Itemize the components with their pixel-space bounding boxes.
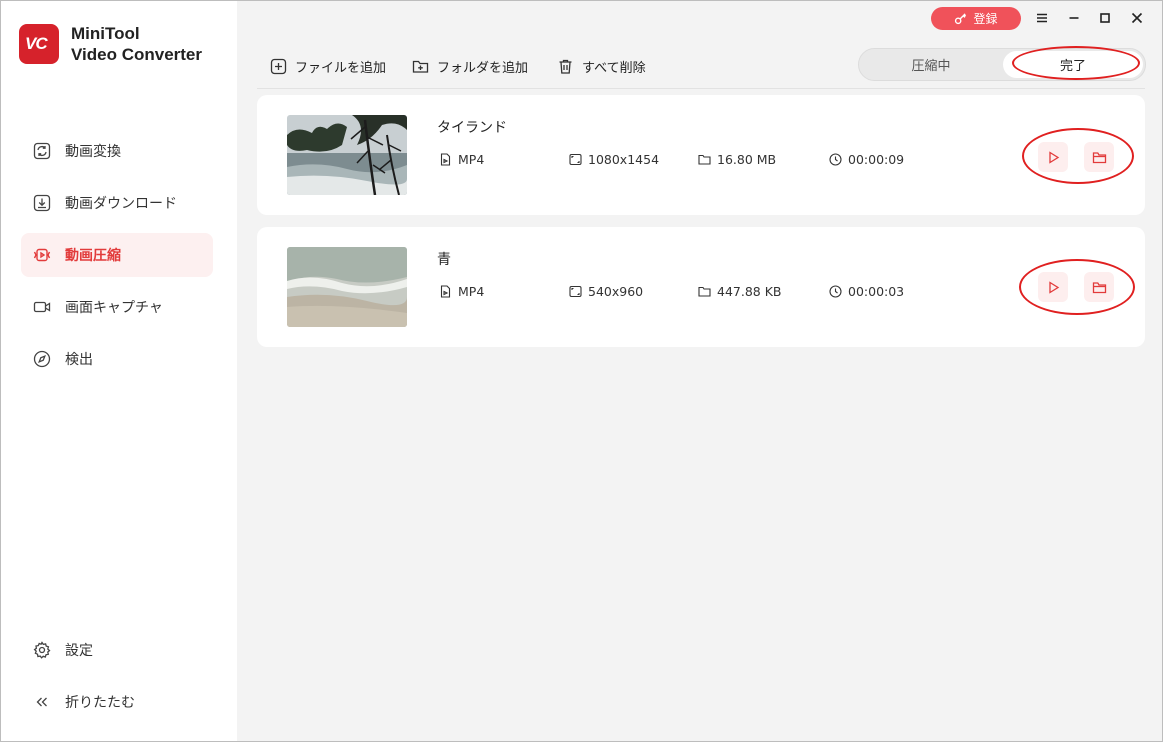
folder-icon (1092, 151, 1106, 163)
play-button[interactable] (1038, 272, 1068, 302)
gear-icon (33, 641, 51, 659)
file-duration: 00:00:09 (829, 152, 904, 167)
app-name-line2: Video Converter (71, 45, 203, 64)
file-card: 青 MP4 540x960 447.88 KB 00:00:03 (257, 227, 1145, 347)
maximize-button[interactable] (1094, 7, 1116, 29)
camera-icon (33, 298, 51, 316)
size-value: 447.88 KB (717, 284, 782, 299)
logo-text: VC (25, 34, 48, 53)
folder-icon (698, 154, 711, 165)
clock-icon (829, 285, 842, 298)
add-file-label: ファイルを追加 (295, 60, 387, 76)
add-folder-icon (412, 60, 429, 73)
hamburger-icon (1037, 13, 1047, 23)
file-duration: 00:00:03 (829, 284, 904, 299)
format-value: MP4 (458, 152, 485, 167)
compress-icon (33, 246, 51, 264)
sidebar-item-label: 検出 (65, 352, 93, 368)
sidebar-item-video-convert[interactable]: 動画変換 (21, 129, 213, 173)
size-value: 16.80 MB (717, 152, 777, 167)
sidebar-item-discover[interactable]: 検出 (21, 337, 213, 381)
compass-icon (33, 350, 51, 368)
minimize-icon (1069, 17, 1079, 19)
resolution-icon (569, 153, 582, 166)
sidebar-item-label: 設定 (65, 643, 93, 659)
sidebar-item-label: 画面キャプチャ (65, 300, 163, 316)
sidebar-item-video-compress[interactable]: 動画圧縮 (21, 233, 213, 277)
app-logo: VC MiniTool Video Converter (19, 23, 202, 65)
toolbar-divider (257, 88, 1145, 89)
resolution-value: 540x960 (588, 284, 644, 299)
format-value: MP4 (458, 284, 485, 299)
close-button[interactable] (1126, 7, 1148, 29)
logo-icon: VC (19, 24, 59, 64)
file-size: 16.80 MB (698, 152, 776, 167)
sidebar-item-screen-capture[interactable]: 画面キャプチャ (21, 285, 213, 329)
minimize-button[interactable] (1063, 7, 1085, 29)
video-file-icon (440, 285, 451, 298)
video-thumbnail (287, 115, 407, 195)
login-button[interactable]: 登録 (931, 7, 1021, 30)
file-name: タイランド (437, 120, 507, 136)
status-tab-group: 圧縮中 完了 (858, 48, 1146, 81)
login-label: 登録 (973, 12, 998, 26)
add-file-button[interactable]: ファイルを追加 (270, 55, 386, 77)
tab-compressing[interactable]: 圧縮中 (861, 51, 1001, 78)
file-resolution: 540x960 (569, 284, 643, 299)
play-icon (1048, 150, 1059, 164)
resolution-icon (569, 285, 582, 298)
menu-button[interactable] (1031, 7, 1053, 29)
delete-all-button[interactable]: すべて削除 (557, 55, 646, 77)
delete-all-label: すべて削除 (582, 60, 646, 76)
file-format: MP4 (439, 284, 484, 299)
sidebar-item-label: 動画変換 (65, 144, 121, 160)
file-format: MP4 (439, 152, 484, 167)
folder-icon (1092, 281, 1106, 293)
clock-icon (829, 153, 842, 166)
file-size: 447.88 KB (698, 284, 781, 299)
download-icon (33, 194, 51, 212)
open-folder-button[interactable] (1084, 142, 1114, 172)
trash-icon (559, 59, 572, 74)
tab-done[interactable]: 完了 (1003, 51, 1143, 78)
add-folder-label: フォルダを追加 (437, 60, 529, 76)
duration-value: 00:00:03 (848, 284, 905, 299)
file-card: タイランド MP4 1080x1454 16.80 MB 00:00:09 (257, 95, 1145, 215)
open-folder-button[interactable] (1084, 272, 1114, 302)
sidebar-collapse-button[interactable]: 折りたたむ (21, 680, 213, 724)
video-file-icon (440, 153, 451, 166)
duration-value: 00:00:09 (848, 152, 905, 167)
play-icon (1048, 280, 1059, 294)
maximize-icon (1100, 13, 1110, 23)
add-file-icon (270, 58, 287, 74)
sidebar-item-label: 折りたたむ (65, 695, 135, 711)
double-chevron-left-icon (33, 693, 51, 711)
sidebar-item-settings[interactable]: 設定 (21, 628, 213, 672)
file-resolution: 1080x1454 (569, 152, 659, 167)
video-thumbnail (287, 247, 407, 327)
key-icon (955, 13, 967, 25)
app-name-line1: MiniTool (71, 24, 140, 43)
sidebar: VC MiniTool Video Converter 動画変換 動画ダウンロー… (1, 1, 237, 741)
app-name: MiniTool Video Converter (71, 23, 202, 65)
sidebar-item-label: 動画ダウンロード (65, 196, 177, 212)
sidebar-item-label: 動画圧縮 (65, 248, 121, 264)
add-folder-button[interactable]: フォルダを追加 (412, 55, 528, 77)
sidebar-item-video-download[interactable]: 動画ダウンロード (21, 181, 213, 225)
close-icon (1131, 12, 1143, 24)
resolution-value: 1080x1454 (588, 152, 660, 167)
file-name: 青 (437, 252, 451, 268)
highlight-annotation-actions (1019, 259, 1135, 315)
app-window: VC MiniTool Video Converter 動画変換 動画ダウンロー… (0, 0, 1163, 742)
play-button[interactable] (1038, 142, 1068, 172)
convert-icon (33, 142, 51, 160)
folder-icon (698, 286, 711, 297)
